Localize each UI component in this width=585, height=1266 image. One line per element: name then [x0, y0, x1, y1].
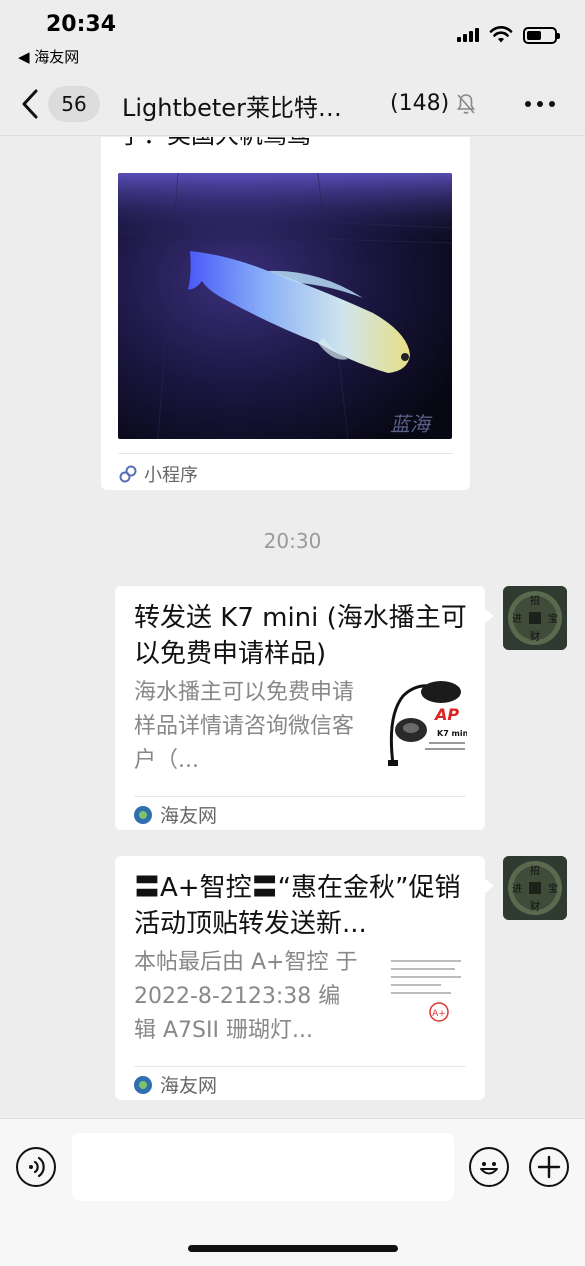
status-icons: [457, 26, 560, 44]
back-chevron-icon[interactable]: [18, 88, 44, 120]
card-description: 本帖最后由 A+智控 于 2022-8-2123:38 编辑 A7SII 珊瑚灯…: [134, 950, 358, 1043]
card-title: 〓A+智控〓“惠在金秋”促销活动顶贴转发送新...: [134, 873, 461, 939]
svg-text:A+: A+: [432, 1009, 446, 1019]
card-source: 海友网: [134, 1071, 217, 1098]
chat-nav-bar: 56 Lightbeter莱比特… (148): [0, 72, 585, 136]
card-source-name: 海友网: [160, 1075, 218, 1097]
thumbnail-model-text: K7 mini: [437, 729, 467, 738]
status-time: 20:34: [46, 12, 117, 37]
status-bar: 20:34 ◀ 海友网: [0, 0, 585, 72]
svg-text:进: 进: [512, 613, 522, 625]
group-member-count: (148): [390, 91, 450, 116]
back-to-app-link[interactable]: ◀ 海友网: [18, 46, 79, 67]
svg-text:招: 招: [530, 864, 540, 877]
card-description: 海水播主可以免费申请样品详情请咨询微信客户（...: [134, 680, 355, 773]
mute-bell-icon: [457, 94, 475, 114]
svg-text:进: 进: [512, 883, 522, 895]
mini-program-label: 小程序: [118, 461, 198, 487]
plus-icon: [537, 1155, 561, 1179]
battery-icon: [523, 26, 560, 44]
voice-input-button[interactable]: [16, 1147, 56, 1187]
card-source-name: 海友网: [160, 805, 218, 827]
cellular-signal-icon: [457, 28, 479, 42]
divider: [118, 453, 453, 454]
svg-text:财: 财: [530, 630, 540, 643]
emoji-button[interactable]: [469, 1147, 509, 1187]
emoji-smile-icon: [480, 1162, 498, 1175]
divider: [134, 1066, 466, 1067]
mini-program-source: 小程序: [144, 465, 198, 486]
mini-program-card[interactable]: 了：美国大帆鸳鸯: [101, 137, 470, 490]
card-title: 转发送 K7 mini (海水播主可以免费申请样品): [134, 603, 467, 669]
message-timestamp: 20:30: [263, 529, 322, 553]
product-thumbnail: AP K7 mini: [383, 676, 467, 770]
document-thumbnail: A+: [383, 946, 467, 1040]
more-actions-button[interactable]: [529, 1147, 569, 1187]
mini-program-icon: [119, 465, 137, 483]
chat-message-list[interactable]: 了：美国大帆鸳鸯: [0, 137, 585, 1117]
unread-count-badge[interactable]: 56: [48, 86, 100, 122]
svg-text:宝: 宝: [548, 612, 558, 625]
message-input-bar: [0, 1118, 585, 1266]
svg-text:招: 招: [530, 594, 540, 607]
home-indicator[interactable]: [188, 1245, 398, 1252]
source-logo-icon: [134, 1075, 152, 1094]
sender-avatar[interactable]: 招 财 进 宝: [503, 856, 567, 920]
source-logo-icon: [134, 805, 152, 824]
shared-link-card-k7[interactable]: 转发送 K7 mini (海水播主可以免费申请样品) 海水播主可以免费申请样品详…: [115, 586, 494, 830]
group-chat-title[interactable]: Lightbeter莱比特…: [122, 88, 342, 123]
svg-text:AP: AP: [433, 705, 459, 724]
svg-text:财: 财: [530, 900, 540, 913]
fish-photo: 蓝海: [118, 173, 452, 439]
svg-text:宝: 宝: [548, 882, 558, 895]
message-text-input[interactable]: [72, 1133, 454, 1201]
voice-icon: [29, 1156, 45, 1178]
more-options-icon[interactable]: [525, 94, 557, 114]
wifi-icon: [489, 26, 513, 43]
sender-avatar[interactable]: 招 财 进 宝: [503, 586, 567, 650]
mini-program-title: 了：美国大帆鸳鸯: [119, 137, 311, 150]
card-source: 海友网: [134, 801, 217, 828]
divider: [134, 796, 466, 797]
photo-watermark: 蓝海: [390, 412, 433, 436]
shared-link-card-promo[interactable]: 〓A+智控〓“惠在金秋”促销活动顶贴转发送新... 本帖最后由 A+智控 于 2…: [115, 856, 494, 1100]
